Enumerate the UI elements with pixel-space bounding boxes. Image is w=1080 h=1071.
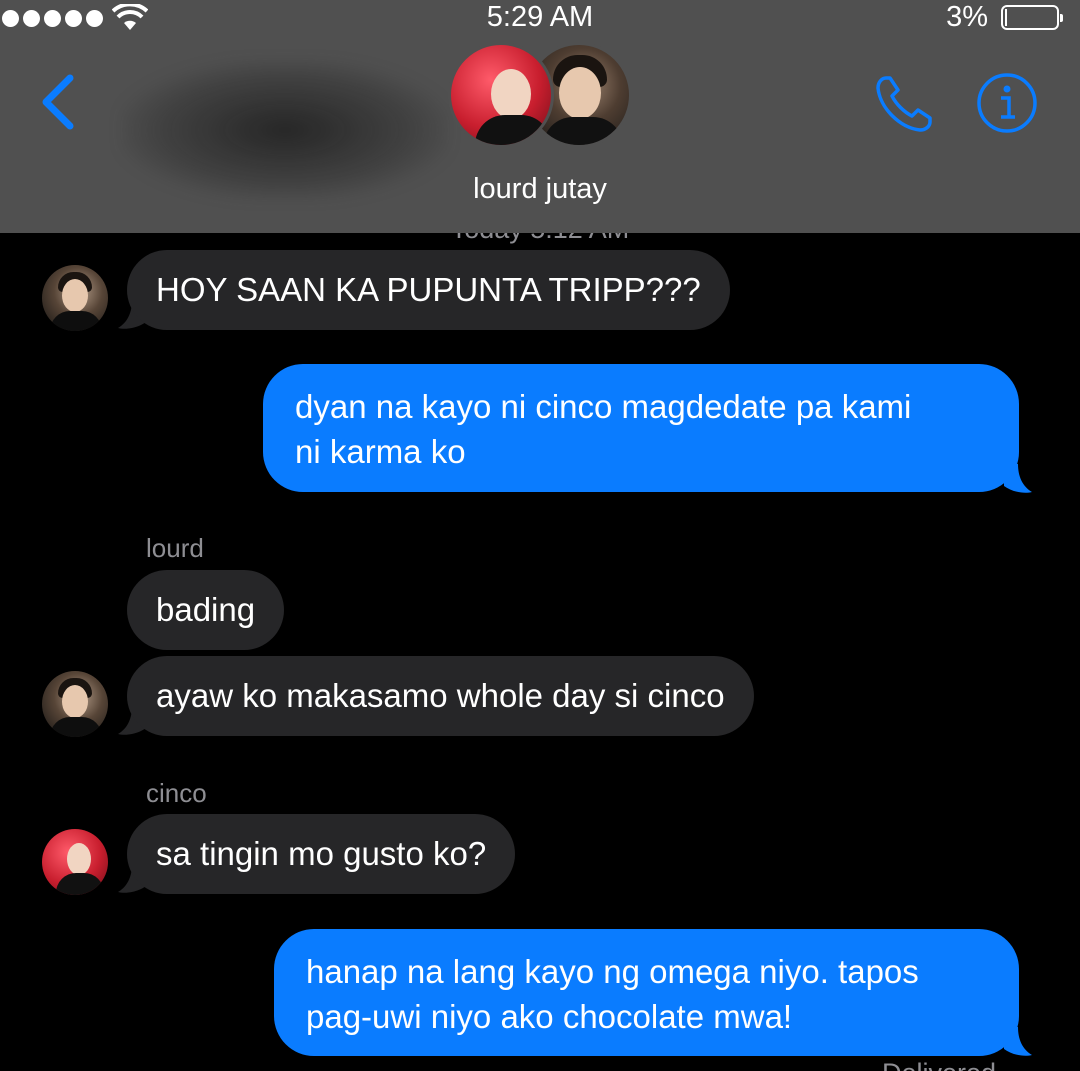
message-bubble-incoming[interactable]: ayaw ko makasamo whole day si cinco xyxy=(127,656,754,736)
avatar-cinco xyxy=(448,42,554,148)
sender-name: cinco xyxy=(146,778,207,808)
group-avatar[interactable] xyxy=(448,42,634,150)
battery-percentage: 3% xyxy=(946,1,988,33)
avatar-cinco[interactable] xyxy=(42,829,108,895)
message-line: pag-uwi niyo ako chocolate mwa! xyxy=(306,998,793,1035)
message-bubble-outgoing[interactable]: hanap na lang kayo ng omega niyo. tapos … xyxy=(274,929,1019,1056)
sender-name: lourd xyxy=(146,533,204,563)
message-bubble-incoming[interactable]: HOY SAAN KA PUPUNTA TRIPP??? xyxy=(127,250,730,330)
status-time: 5:29 AM xyxy=(486,1,594,33)
info-icon[interactable] xyxy=(976,72,1038,134)
message-bubble-outgoing[interactable]: dyan na kayo ni cinco magdedate pa kami … xyxy=(263,364,1019,492)
message-line: ni karma ko xyxy=(295,433,466,470)
message-bubble-incoming[interactable]: bading xyxy=(127,570,285,650)
back-chevron-icon[interactable] xyxy=(36,72,80,132)
avatar-lourd[interactable] xyxy=(42,671,108,737)
chat-title[interactable]: lourd jutay xyxy=(0,173,1080,206)
message-line: dyan na kayo ni cinco magdedate pa kami xyxy=(295,388,912,425)
message-bubble-incoming[interactable]: sa tingin mo gusto ko? xyxy=(127,814,516,894)
avatar-lourd[interactable] xyxy=(42,265,108,331)
phone-call-icon[interactable] xyxy=(872,72,936,136)
delivered-status: Delivered xyxy=(882,1058,996,1071)
battery-icon xyxy=(1001,5,1063,30)
status-bar: 5:29 AM 3% xyxy=(0,0,1080,36)
message-line: hanap na lang kayo ng omega niyo. tapos xyxy=(306,953,919,990)
